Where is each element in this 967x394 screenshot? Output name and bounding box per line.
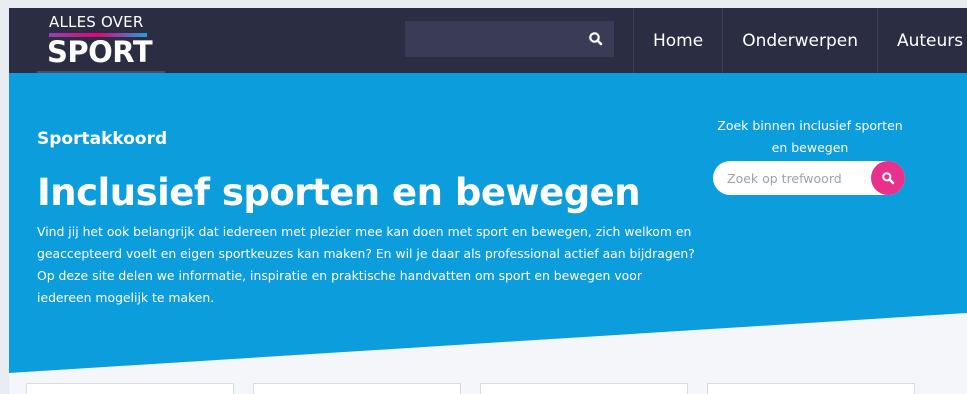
nav-onderwerpen[interactable]: Onderwerpen: [722, 8, 877, 73]
side-search-label: Zoek binnen inclusief sporten en bewegen: [717, 118, 903, 155]
site-logo[interactable]: ALLES OVER SPORT: [37, 8, 165, 73]
hero-intro: Vind jij het ook belangrijk dat iedereen…: [37, 224, 695, 305]
logo-main-text: SPORT: [47, 35, 153, 69]
browser-viewport: ALLES OVER SPORT Home Onderwerpen Auteur…: [9, 8, 967, 394]
main-nav: Home Onderwerpen Auteurs: [633, 8, 967, 73]
search-icon: [882, 172, 895, 185]
side-search-button[interactable]: [871, 161, 905, 195]
content-card[interactable]: [707, 383, 915, 394]
nav-home[interactable]: Home: [633, 8, 722, 73]
logo-top-text: ALLES OVER: [49, 13, 144, 31]
site-header: ALLES OVER SPORT Home Onderwerpen Auteur…: [9, 8, 967, 73]
hero-eyebrow[interactable]: Sportakkoord: [37, 129, 167, 149]
logo-underline: [37, 71, 165, 73]
search-icon[interactable]: [586, 29, 606, 49]
nav-auteurs[interactable]: Auteurs: [876, 8, 967, 73]
header-search-input[interactable]: [405, 21, 614, 57]
side-search: [713, 161, 905, 195]
side-search-input[interactable]: [727, 161, 867, 195]
content-card[interactable]: [253, 383, 461, 394]
page-title: Inclusief sporten en bewegen: [37, 171, 641, 214]
content-card[interactable]: [480, 383, 688, 394]
hero-section: Sportakkoord Inclusief sporten en bewege…: [9, 73, 967, 373]
content-card[interactable]: [26, 383, 234, 394]
